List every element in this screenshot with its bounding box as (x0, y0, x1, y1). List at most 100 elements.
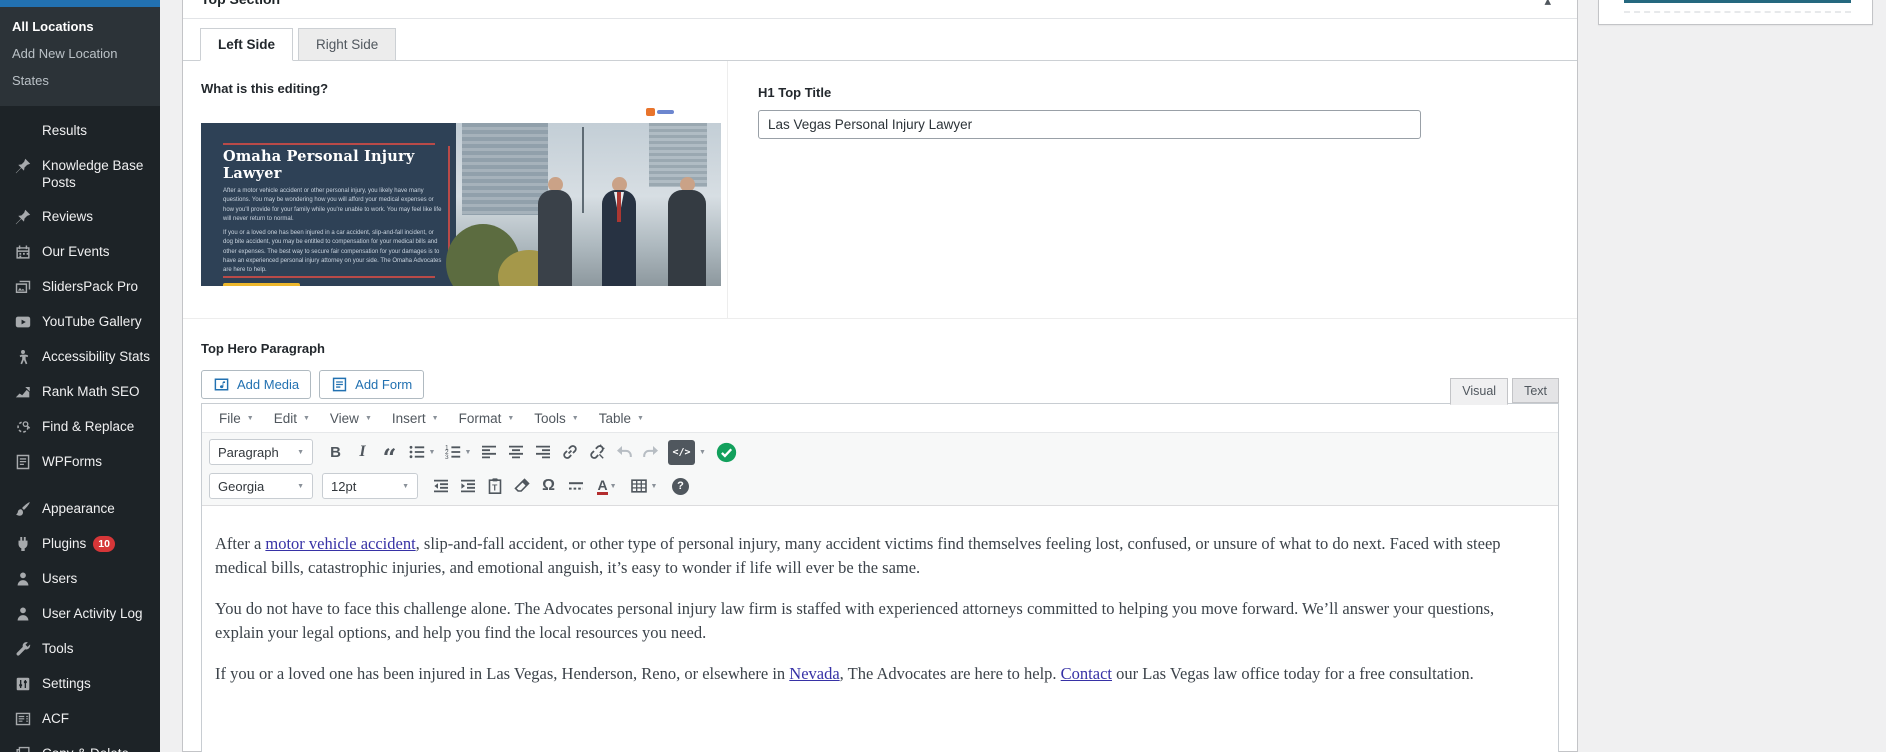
content-link[interactable]: motor vehicle accident (265, 534, 415, 553)
content-paragraph: After a motor vehicle accident, slip-and… (215, 534, 1501, 577)
pin-icon (14, 208, 32, 226)
collapse-caret-icon[interactable]: ▴ (1544, 0, 1551, 9)
menubar-format[interactable]: Format ▼ (449, 407, 525, 430)
active-menu-highlight (0, 0, 160, 7)
font-size-select[interactable]: 12pt ▼ (322, 473, 418, 499)
sidebar-item-results[interactable]: Results (0, 114, 160, 149)
page-break-button[interactable] (562, 473, 589, 499)
banner-paragraph: If you or a loved one has been injured i… (223, 230, 442, 274)
chevron-down-icon: ▼ (428, 448, 436, 456)
sidebar-item-plugins[interactable]: Plugins 10 (0, 527, 160, 562)
chevron-down-icon: ▼ (297, 482, 304, 490)
sidebar-item-user-activity-log[interactable]: User Activity Log (0, 597, 160, 632)
content-link[interactable]: Contact (1061, 664, 1112, 683)
chevron-down-icon: ▼ (637, 414, 644, 422)
menubar-tools[interactable]: Tools ▼ (524, 407, 588, 430)
numbered-list-button[interactable]: 1 2 3 ▼ (439, 439, 475, 465)
clear-formatting-button[interactable] (508, 473, 535, 499)
menubar-insert[interactable]: Insert ▼ (382, 407, 449, 430)
sidebar-item-tools[interactable]: Tools (0, 632, 160, 667)
menubar-file[interactable]: File ▼ (209, 407, 264, 430)
postbox-button-edge (1624, 0, 1851, 3)
chevron-down-icon: ▼ (402, 482, 409, 490)
sidebar-item-acf[interactable]: ACF (0, 702, 160, 737)
link-button[interactable] (556, 439, 583, 465)
h1-title-input[interactable] (758, 110, 1421, 139)
paste-as-text-button[interactable]: T (481, 473, 508, 499)
image-field-preview[interactable]: Omaha Personal Injury Lawyer After a mot… (201, 123, 721, 286)
banner-photo (446, 123, 721, 286)
align-right-button[interactable] (529, 439, 556, 465)
pole-shape (582, 127, 584, 213)
sidebar-submenu-item[interactable]: States (0, 68, 160, 95)
tab-right-side[interactable]: Right Side (298, 28, 397, 61)
font-family-select[interactable]: Georgia ▼ (209, 473, 313, 499)
editor-toolbar-row1: Paragraph ▼ B I “ ▼ 1 2 3 ▼ </> ▼ (202, 433, 1558, 470)
bold-button[interactable]: B (322, 439, 349, 465)
add-form-button[interactable]: Add Form (319, 370, 425, 399)
sidebar-item-youtube-gallery[interactable]: YouTube Gallery (0, 305, 160, 340)
section-title: Top Section (201, 0, 280, 7)
sidebar-submenu-item[interactable]: Add New Location (0, 41, 160, 68)
sidebar-item-wpforms[interactable]: WPForms (0, 445, 160, 480)
content-link[interactable]: Nevada (789, 664, 839, 683)
editor-menubar: File ▼ Edit ▼ View ▼ Insert ▼ Format ▼ Tools ▼ Table… (202, 404, 1558, 433)
acf-tab-group: Left Side Right Side (183, 19, 1577, 61)
bullet-list-button[interactable]: ▼ (403, 439, 439, 465)
sidebar-item-sliderspack-pro[interactable]: SlidersPack Pro (0, 270, 160, 305)
align-left-button[interactable] (475, 439, 502, 465)
sidebar-item-users[interactable]: Users (0, 562, 160, 597)
chevron-down-icon: ▼ (364, 414, 372, 422)
slides-icon (14, 278, 32, 296)
svg-text:3: 3 (445, 454, 449, 461)
shortcode-icon: </> (668, 439, 695, 465)
shortcode-button[interactable]: </> ▼ (668, 439, 706, 465)
table-button[interactable]: ▼ (625, 473, 661, 499)
wrench-icon (14, 640, 32, 658)
editor-toolbar-row2: Georgia ▼ 12pt ▼ T Ω A ▼ ▼ ? (202, 469, 1558, 506)
person-figure (602, 177, 636, 286)
sidebar-item-rank-math-seo[interactable]: Rank Math SEO (0, 375, 160, 410)
sidebar-submenu: All Locations Add New Location States (0, 7, 160, 106)
undo-button[interactable] (610, 439, 637, 465)
chart-icon (14, 383, 32, 401)
sidebar-item-our-events[interactable]: Our Events (0, 235, 160, 270)
chevron-down-icon: ▼ (297, 448, 304, 456)
chevron-down-icon: ▼ (464, 448, 472, 456)
indent-button[interactable] (454, 473, 481, 499)
add-media-button[interactable]: Add Media (201, 370, 312, 399)
sidebar-item-reviews[interactable]: Reviews (0, 200, 160, 235)
italic-button[interactable]: I (349, 439, 376, 465)
sidebar-item-copy-delete[interactable]: Copy & Delete (0, 737, 160, 752)
sidebar-item-accessibility-stats[interactable]: Accessibility Stats (0, 340, 160, 375)
sidebar-item-knowledge-base-posts[interactable]: Knowledge Base Posts (0, 149, 160, 200)
special-character-button[interactable]: Ω (535, 473, 562, 499)
mode-tab-text[interactable]: Text (1512, 378, 1559, 403)
content-paragraph: You do not have to face this challenge a… (215, 599, 1495, 642)
wp-admin-page: All Locations Add New Location States Resu… (0, 0, 1886, 752)
accessibility-check-button[interactable] (716, 442, 737, 463)
text-color-button[interactable]: A ▼ (589, 473, 625, 499)
accessibility-icon (14, 348, 32, 366)
help-button[interactable]: ? (667, 473, 694, 499)
sidebar-item-appearance[interactable]: Appearance (0, 492, 160, 527)
hero-paragraph-label: Top Hero Paragraph (201, 341, 326, 356)
unlink-button[interactable] (583, 439, 610, 465)
align-center-button[interactable] (502, 439, 529, 465)
image-field: What is this editing? Omaha Personal Inj… (183, 61, 728, 318)
menubar-edit[interactable]: Edit ▼ (264, 407, 320, 430)
menubar-table[interactable]: Table ▼ (589, 407, 654, 430)
format-select[interactable]: Paragraph ▼ (209, 439, 313, 465)
sidebar-submenu-item[interactable]: All Locations (0, 14, 160, 41)
tab-left-side[interactable]: Left Side (200, 28, 294, 61)
browser-extension-badge-icon (646, 108, 674, 116)
sidebar-item-settings[interactable]: Settings (0, 667, 160, 702)
redo-button[interactable] (637, 439, 664, 465)
blockquote-button[interactable]: “ (376, 439, 403, 470)
editor-content[interactable]: After a motor vehicle accident, slip-and… (202, 506, 1558, 752)
mode-tab-visual[interactable]: Visual (1450, 378, 1509, 405)
outdent-button[interactable] (427, 473, 454, 499)
sidebar-item-find-replace[interactable]: Find & Replace (0, 410, 160, 445)
menubar-view[interactable]: View ▼ (320, 407, 382, 430)
acf-icon (14, 710, 32, 728)
